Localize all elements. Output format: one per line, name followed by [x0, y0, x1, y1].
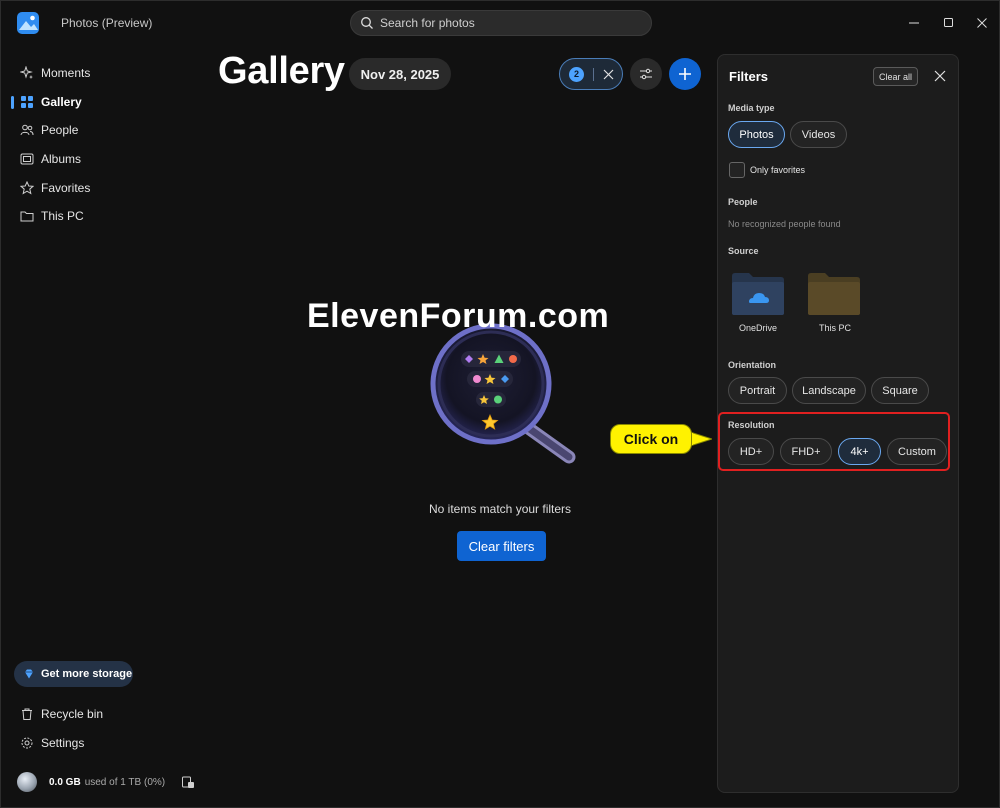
storage-usage: 0.0 GB used of 1 TB (0%) [17, 772, 165, 792]
people-empty-text: No recognized people found [728, 219, 841, 229]
avatar[interactable] [17, 772, 37, 792]
storage-used-value: 0.0 GB [49, 776, 81, 788]
chip-photos[interactable]: Photos [728, 121, 785, 148]
this-pc-folder-icon[interactable] [807, 272, 861, 316]
get-more-storage-button[interactable]: Get more storage [14, 661, 133, 687]
onedrive-label: OneDrive [739, 323, 778, 333]
click-on-callout: Click on [610, 424, 692, 454]
date-indicator[interactable]: Nov 28, 2025 [349, 58, 451, 90]
sidebar-bottom-nav: Recycle bin Settings [13, 702, 193, 760]
sidebar-item-albums[interactable]: Albums [13, 147, 193, 171]
divider [593, 67, 594, 81]
close-icon [977, 18, 987, 28]
sidebar-item-people[interactable]: People [13, 118, 193, 142]
sidebar-item-label: Moments [41, 66, 91, 80]
sidebar-item-gallery[interactable]: Gallery [11, 90, 193, 114]
sidebar-item-label: This PC [41, 209, 84, 224]
search-icon [361, 17, 373, 29]
sidebar-item-label: Gallery [41, 94, 82, 109]
filters-title: Filters [729, 69, 769, 84]
filter-count-badge: 2 [569, 66, 584, 82]
sidebar-item-moments[interactable]: Moments [13, 61, 193, 85]
minimize-button[interactable] [905, 14, 923, 32]
callout-pointer [690, 431, 712, 447]
only-favorites-checkbox[interactable] [729, 162, 745, 178]
gallery-icon [21, 95, 33, 108]
app-window: Photos (Preview) Search for photos Momen… [0, 0, 1000, 808]
sidebar-item-label: People [41, 123, 79, 138]
sidebar-item-label: Favorites [41, 180, 91, 195]
sidebar-item-settings[interactable]: Settings [13, 731, 193, 755]
watermark: ElevenForum.com [307, 297, 610, 335]
resolution-highlight-box [718, 412, 950, 471]
diamond-icon [25, 669, 33, 679]
search-input[interactable]: Search for photos [380, 16, 475, 30]
close-icon[interactable] [933, 69, 947, 83]
chip-portrait[interactable]: Portrait [728, 377, 787, 404]
this-pc-label: This PC [819, 323, 852, 333]
star-icon [20, 180, 34, 195]
page-title: Gallery [218, 50, 345, 92]
app-title: Photos (Preview) [61, 16, 153, 30]
plus-icon [679, 68, 691, 80]
media-type-label: Media type [728, 103, 775, 113]
sidebar-item-recycle-bin[interactable]: Recycle bin [13, 702, 193, 726]
albums-icon [20, 153, 34, 165]
search-box[interactable]: Search for photos [350, 10, 652, 36]
add-button[interactable] [669, 58, 701, 90]
people-label: People [728, 197, 758, 207]
sidebar-item-favorites[interactable]: Favorites [13, 176, 193, 200]
minimize-icon [909, 22, 919, 24]
maximize-icon [944, 18, 953, 27]
chip-landscape[interactable]: Landscape [792, 377, 866, 404]
chip-videos[interactable]: Videos [790, 121, 847, 148]
sidebar-item-label: Recycle bin [41, 707, 104, 721]
onedrive-folder-icon[interactable] [731, 272, 785, 316]
clear-all-button[interactable]: Clear all [873, 67, 918, 86]
gear-icon [21, 737, 33, 749]
storage-button-label: Get more storage [41, 668, 133, 680]
photos-app-icon [17, 12, 39, 34]
sliders-icon [640, 68, 652, 80]
empty-state-message: No items match your filters [429, 502, 572, 516]
trash-icon [22, 708, 32, 720]
sidebar-item-label: Settings [41, 736, 85, 750]
filter-settings-button[interactable] [630, 58, 662, 90]
clear-filters-x-icon[interactable] [603, 69, 614, 80]
chip-square[interactable]: Square [871, 377, 929, 404]
sidebar-item-this-pc[interactable]: This PC [13, 204, 193, 228]
source-label: Source [728, 246, 759, 256]
clear-filters-button[interactable]: Clear filters [457, 531, 546, 561]
sync-status-icon[interactable] [181, 775, 195, 789]
folder-icon [20, 211, 34, 222]
active-filters-pill[interactable]: 2 [559, 58, 623, 90]
maximize-button[interactable] [940, 14, 958, 32]
storage-used-text: used of 1 TB (0%) [84, 776, 166, 788]
only-favorites-label: Only favorites [750, 165, 806, 175]
sparkle-icon [20, 66, 33, 79]
close-button[interactable] [973, 14, 991, 32]
sidebar-item-label: Albums [41, 152, 82, 167]
empty-search-illustration [430, 323, 576, 464]
orientation-label: Orientation [728, 360, 777, 370]
people-icon [20, 125, 34, 136]
sidebar-nav: Moments Gallery People Albums Favorites … [11, 61, 193, 233]
